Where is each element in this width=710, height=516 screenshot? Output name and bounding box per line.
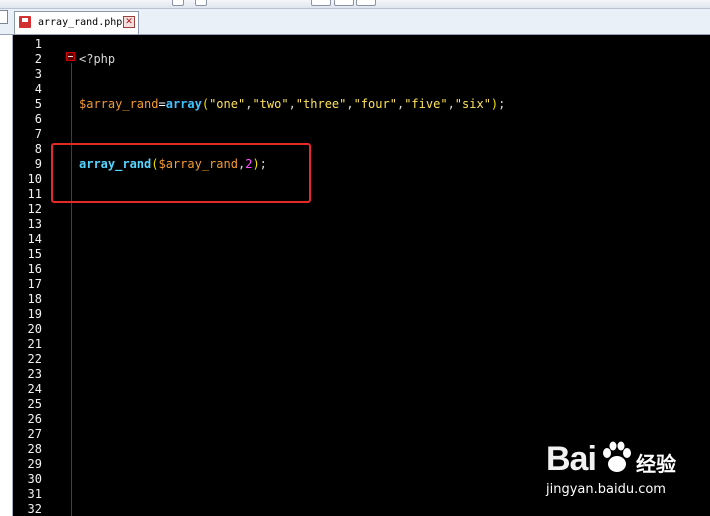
line-number: 1 — [34, 37, 42, 51]
line-number: 29 — [27, 457, 42, 471]
line-number: 16 — [27, 262, 42, 276]
line-number: 9 — [34, 157, 42, 171]
line-number: 8 — [34, 142, 42, 156]
paren-token: ( — [201, 97, 210, 111]
comma-token: , — [447, 97, 455, 111]
unsaved-file-icon — [19, 16, 31, 28]
toolbar-icon[interactable] — [172, 0, 184, 6]
comma-token: , — [288, 97, 296, 111]
line-number: 25 — [27, 397, 42, 411]
string-token: "five" — [404, 97, 448, 111]
line-number: 10 — [27, 172, 42, 186]
toolbar-icon[interactable] — [356, 0, 376, 6]
line-number: 21 — [27, 337, 42, 351]
variable-token: $array_rand — [79, 97, 159, 111]
php-open-tag: <?php — [79, 52, 116, 66]
toolbar-icon[interactable] — [334, 0, 354, 6]
line-number: 22 — [27, 352, 42, 366]
comma-token: , — [346, 97, 354, 111]
semicolon-token: ; — [498, 97, 506, 111]
line-number: 5 — [34, 97, 42, 111]
fold-toggle-icon[interactable] — [66, 52, 75, 61]
operator-token: = — [158, 97, 166, 111]
line-number: 28 — [27, 442, 42, 456]
line-number: 3 — [34, 67, 42, 81]
toolbar-icon[interactable] — [195, 0, 207, 6]
code-line-5: $array_rand=array("one","two","three","f… — [79, 97, 505, 112]
close-icon[interactable]: ✕ — [123, 16, 135, 28]
highlight-annotation — [51, 143, 311, 203]
left-panel-toggle[interactable] — [0, 10, 8, 24]
line-number: 13 — [27, 217, 42, 231]
line-number: 14 — [27, 232, 42, 246]
string-token: "four" — [353, 97, 397, 111]
line-number: 20 — [27, 322, 42, 336]
line-number: 30 — [27, 472, 42, 486]
line-number: 4 — [34, 82, 42, 96]
code-line-2: <?php — [79, 52, 115, 67]
line-number: 23 — [27, 367, 42, 381]
line-number: 15 — [27, 247, 42, 261]
toolbar-icon[interactable] — [311, 0, 331, 6]
code-editor[interactable]: 1 2 3 4 5 6 7 8 9 10 11 12 13 14 15 16 1… — [13, 35, 710, 516]
line-number: 32 — [27, 502, 42, 516]
toolbar-strip — [0, 0, 710, 9]
string-token: "one" — [209, 97, 246, 111]
fold-margin-line — [71, 63, 72, 516]
line-number: 6 — [34, 112, 42, 126]
line-number: 26 — [27, 412, 42, 426]
line-number: 31 — [27, 487, 42, 501]
line-number: 27 — [27, 427, 42, 441]
tab-array-rand[interactable]: array_rand.php ✕ — [14, 11, 139, 34]
string-token: "three" — [295, 97, 347, 111]
line-number: 12 — [27, 202, 42, 216]
line-number: 24 — [27, 382, 42, 396]
line-number: 19 — [27, 307, 42, 321]
line-number: 18 — [27, 292, 42, 306]
string-token: "six" — [454, 97, 491, 111]
line-number-gutter: 1 2 3 4 5 6 7 8 9 10 11 12 13 14 15 16 1… — [13, 35, 63, 516]
line-number: 11 — [27, 187, 42, 201]
line-number: 2 — [34, 52, 42, 66]
line-number: 7 — [34, 127, 42, 141]
tab-label: array_rand.php — [38, 17, 123, 28]
string-token: "two" — [252, 97, 289, 111]
keyword-token: array — [165, 97, 202, 111]
line-number: 17 — [27, 277, 42, 291]
